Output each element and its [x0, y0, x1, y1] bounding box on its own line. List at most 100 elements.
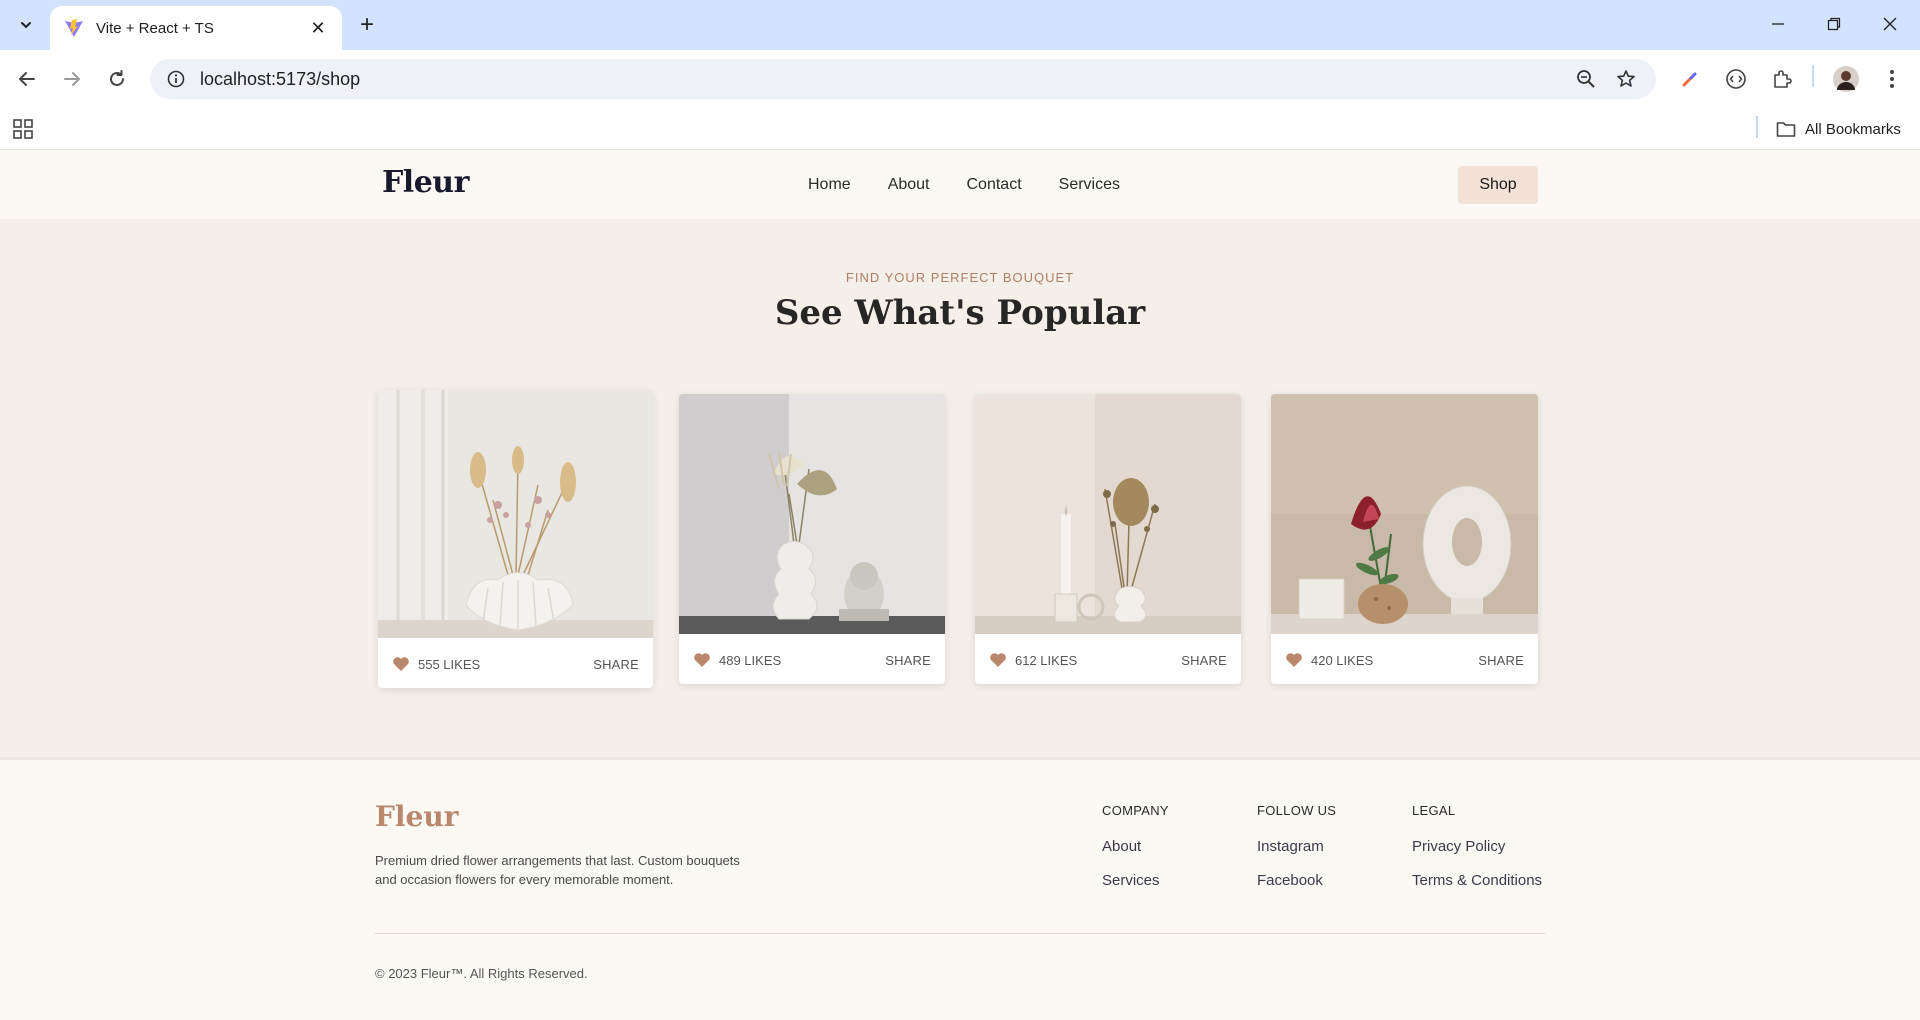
minimize-icon	[1772, 23, 1784, 25]
code-circle-icon	[1726, 69, 1746, 89]
share-button[interactable]: SHARE	[885, 653, 931, 668]
section-eyebrow: FIND YOUR PERFECT BOUQUET	[845, 270, 1075, 285]
apps-grid-icon[interactable]	[12, 117, 36, 141]
all-bookmarks-label: All Bookmarks	[1805, 120, 1901, 138]
puzzle-icon	[1774, 70, 1792, 88]
heart-icon	[990, 653, 1006, 667]
bookmarks-divider	[1756, 116, 1758, 138]
footer-logo[interactable]: Fleur	[375, 800, 458, 833]
bookmarks-bar: All Bookmarks	[0, 108, 1920, 150]
site-logo[interactable]: Fleur	[382, 165, 469, 200]
footer-link-services[interactable]: Services	[1102, 872, 1169, 889]
product-card[interactable]: 420 LIKES SHARE	[1271, 394, 1538, 684]
profile-avatar[interactable]	[1830, 63, 1862, 95]
share-button[interactable]: SHARE	[1181, 653, 1227, 668]
arrow-left-icon	[19, 72, 35, 86]
nav-contact[interactable]: Contact	[967, 176, 1022, 194]
footer-rule	[375, 933, 1545, 934]
avatar-icon	[1833, 66, 1859, 92]
popular-section: FIND YOUR PERFECT BOUQUET See What's Pop…	[0, 219, 1920, 757]
bouquet-photo[interactable]	[1271, 394, 1538, 634]
close-icon	[1883, 17, 1897, 31]
browser-toolbar: localhost:5173/shop	[0, 50, 1920, 108]
footer-link-instagram[interactable]: Instagram	[1257, 838, 1336, 855]
heart-icon	[393, 657, 409, 671]
share-button[interactable]: SHARE	[1478, 653, 1524, 668]
reload-icon	[110, 70, 124, 86]
bouquet-photo[interactable]	[679, 394, 945, 634]
likes-count: 420 LIKES	[1311, 652, 1374, 668]
footer-heading: COMPANY	[1102, 803, 1169, 818]
arrow-right-icon	[64, 72, 80, 86]
site-info-icon[interactable]	[166, 69, 186, 89]
likes-count: 555 LIKES	[418, 656, 481, 672]
close-tab-icon[interactable]: ✕	[308, 18, 328, 39]
like-button[interactable]: 489 LIKES	[693, 652, 885, 668]
like-button[interactable]: 612 LIKES	[989, 652, 1181, 668]
bouquet-photo[interactable]	[975, 394, 1241, 634]
zoom-button[interactable]	[1570, 59, 1602, 99]
footer-link-privacy[interactable]: Privacy Policy	[1412, 838, 1542, 855]
extensions-button[interactable]	[1766, 63, 1798, 95]
reload-button[interactable]	[101, 63, 133, 95]
card-footer: 612 LIKES SHARE	[975, 636, 1241, 684]
footer-column-legal: LEGAL Privacy Policy Terms & Conditions	[1412, 803, 1542, 906]
card-footer: 489 LIKES SHARE	[679, 636, 945, 684]
footer-column-follow: FOLLOW US Instagram Facebook	[1257, 803, 1336, 906]
footer-link-terms[interactable]: Terms & Conditions	[1412, 872, 1542, 889]
new-tab-button[interactable]: +	[352, 10, 382, 40]
folder-icon	[1776, 122, 1796, 137]
card-footer: 555 LIKES SHARE	[378, 640, 653, 688]
footer-column-company: COMPANY About Services	[1102, 803, 1169, 906]
bookmark-star-button[interactable]	[1610, 59, 1642, 99]
more-vertical-icon	[1890, 70, 1894, 88]
tab-search-button[interactable]	[10, 9, 42, 41]
nav-about[interactable]: About	[888, 176, 930, 194]
likes-count: 612 LIKES	[1015, 652, 1078, 668]
site-footer: Fleur Premium dried flower arrangements …	[0, 760, 1920, 1020]
footer-heading: LEGAL	[1412, 803, 1456, 818]
tab-title: Vite + React + TS	[96, 19, 214, 37]
color-picker-extension[interactable]	[1674, 63, 1706, 95]
product-card[interactable]: 489 LIKES SHARE	[679, 394, 945, 684]
browser-tab-bar: Vite + React + TS ✕ +	[0, 0, 1920, 50]
url-text: localhost:5173/shop	[200, 68, 361, 89]
footer-heading: FOLLOW US	[1257, 803, 1337, 818]
likes-count: 489 LIKES	[719, 652, 782, 668]
copyright-text: © 2023 Fleur™. All Rights Reserved.	[375, 966, 588, 981]
nav-home[interactable]: Home	[808, 176, 851, 194]
footer-link-facebook[interactable]: Facebook	[1257, 872, 1336, 889]
site-header: Fleur Home About Contact Services Shop	[0, 151, 1920, 219]
like-button[interactable]: 420 LIKES	[1285, 652, 1478, 668]
star-icon	[1617, 70, 1635, 87]
product-card[interactable]: 555 LIKES SHARE	[378, 390, 653, 688]
devtools-extension[interactable]	[1720, 63, 1752, 95]
address-bar[interactable]: localhost:5173/shop	[150, 59, 1656, 99]
browser-tab[interactable]: Vite + React + TS ✕	[50, 6, 342, 50]
footer-description: Premium dried flower arrangements that l…	[375, 853, 740, 887]
browser-menu-button[interactable]	[1876, 63, 1908, 95]
nav-services[interactable]: Services	[1059, 176, 1120, 194]
heart-icon	[694, 653, 710, 667]
share-button[interactable]: SHARE	[593, 657, 639, 672]
restore-button[interactable]	[1814, 8, 1854, 40]
minimize-button[interactable]	[1758, 8, 1798, 40]
heart-icon	[1286, 653, 1302, 667]
card-footer: 420 LIKES SHARE	[1271, 636, 1538, 684]
chevron-down-icon	[21, 22, 31, 29]
close-window-button[interactable]	[1870, 8, 1910, 40]
section-title: See What's Popular	[774, 293, 1146, 333]
back-button[interactable]	[11, 63, 43, 95]
shop-button[interactable]: Shop	[1458, 166, 1538, 204]
main-nav: Home About Contact Services	[808, 151, 1157, 219]
footer-link-about[interactable]: About	[1102, 838, 1169, 855]
vite-logo-icon	[65, 19, 83, 37]
like-button[interactable]: 555 LIKES	[392, 656, 593, 672]
product-card[interactable]: 612 LIKES SHARE	[975, 394, 1241, 684]
toolbar-divider	[1812, 65, 1814, 87]
zoom-out-icon	[1577, 70, 1595, 88]
forward-button[interactable]	[56, 63, 88, 95]
all-bookmarks-button[interactable]: All Bookmarks	[1776, 108, 1901, 150]
eyedropper-icon	[1682, 72, 1697, 87]
bouquet-photo[interactable]	[378, 390, 653, 638]
